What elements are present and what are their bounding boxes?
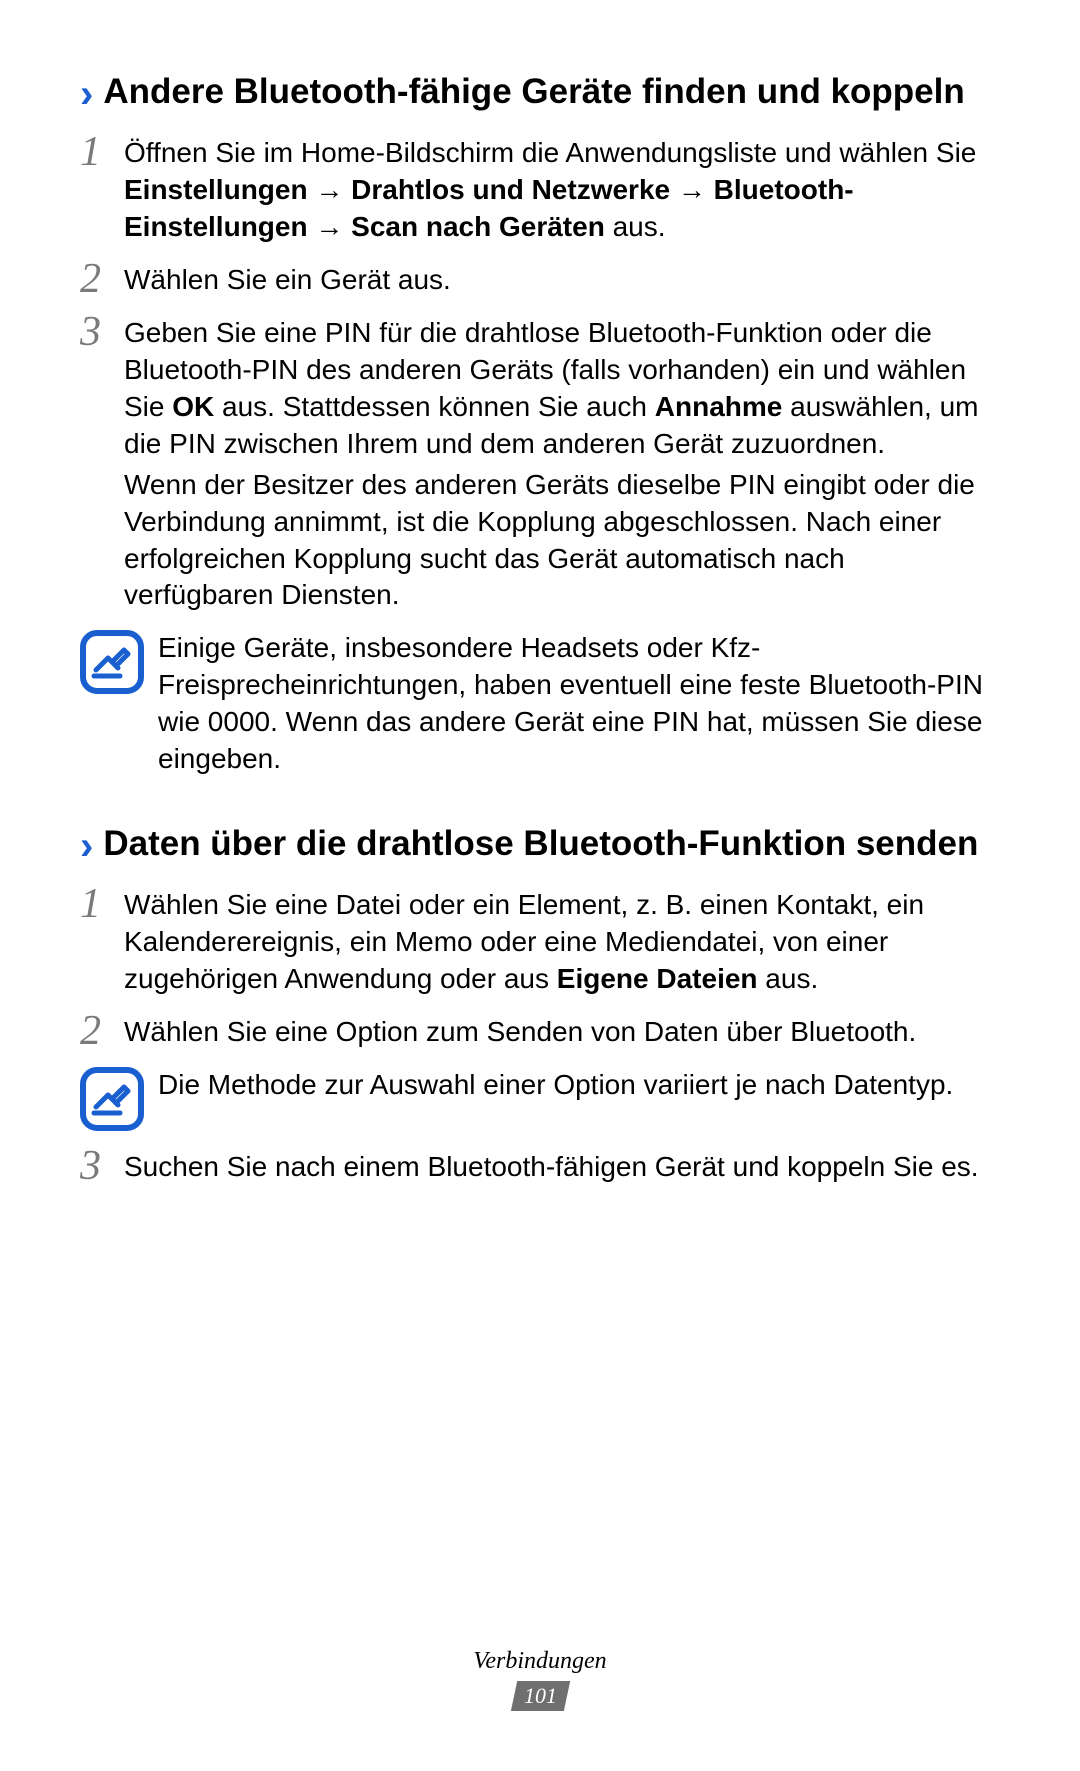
bold-text: OK bbox=[172, 391, 214, 422]
step-body: Wählen Sie eine Option zum Senden von Da… bbox=[124, 1014, 1000, 1055]
text: Wählen Sie ein Gerät aus. bbox=[124, 262, 1000, 299]
step-body: Wählen Sie ein Gerät aus. bbox=[124, 262, 1000, 303]
step-2-3: 3 Suchen Sie nach einem Bluetooth-fähige… bbox=[80, 1149, 1000, 1190]
step-1-2: 2 Wählen Sie ein Gerät aus. bbox=[80, 262, 1000, 303]
note-box-2: Die Methode zur Auswahl einer Option var… bbox=[80, 1067, 1000, 1131]
bold-text: Annahme bbox=[655, 391, 783, 422]
note-text: Die Methode zur Auswahl einer Option var… bbox=[158, 1067, 1000, 1104]
text: Öffnen Sie im Home-Bildschirm die Anwend… bbox=[124, 137, 976, 168]
text: Wählen Sie eine Option zum Senden von Da… bbox=[124, 1014, 1000, 1051]
step-1-1: 1 Öffnen Sie im Home-Bildschirm die Anwe… bbox=[80, 135, 1000, 250]
bold-text: Eigene Dateien bbox=[557, 963, 758, 994]
page-number: 101 bbox=[510, 1681, 569, 1711]
step-2-2: 2 Wählen Sie eine Option zum Senden von … bbox=[80, 1014, 1000, 1055]
bold-text: Einstellungen bbox=[124, 174, 308, 205]
page-footer: Verbindungen 101 bbox=[0, 1648, 1080, 1711]
manual-page: › Andere Bluetooth-fähige Geräte finden … bbox=[0, 0, 1080, 1190]
step-body: Suchen Sie nach einem Bluetooth-fähigen … bbox=[124, 1149, 1000, 1190]
step-2-1: 1 Wählen Sie eine Datei oder ein Element… bbox=[80, 887, 1000, 1002]
bold-text: Scan nach Geräten bbox=[351, 211, 605, 242]
step-1-3: 3 Geben Sie eine PIN für die drahtlose B… bbox=[80, 315, 1000, 619]
step-number: 1 bbox=[80, 131, 124, 173]
section-heading-2: › Daten über die drahtlose Bluetooth-Fun… bbox=[80, 822, 1000, 869]
footer-section-label: Verbindungen bbox=[0, 1648, 1080, 1675]
text: Wenn der Besitzer des anderen Geräts die… bbox=[124, 467, 1000, 615]
chevron-icon: › bbox=[80, 72, 93, 117]
step-number: 3 bbox=[80, 311, 124, 353]
note-text: Einige Geräte, insbesondere Headsets ode… bbox=[158, 630, 1000, 778]
step-number: 2 bbox=[80, 258, 124, 300]
arrow: → bbox=[308, 211, 352, 242]
step-number: 1 bbox=[80, 883, 124, 925]
text: aus. bbox=[605, 211, 666, 242]
chevron-icon: › bbox=[80, 824, 93, 869]
text: aus. bbox=[758, 963, 819, 994]
note-box-1: Einige Geräte, insbesondere Headsets ode… bbox=[80, 630, 1000, 778]
heading-text-2: Daten über die drahtlose Bluetooth-Funkt… bbox=[103, 822, 978, 866]
note-icon bbox=[80, 630, 144, 694]
text: aus. Stattdessen können Sie auch bbox=[214, 391, 655, 422]
step-body: Öffnen Sie im Home-Bildschirm die Anwend… bbox=[124, 135, 1000, 250]
heading-text-1: Andere Bluetooth-fähige Geräte finden un… bbox=[103, 70, 964, 114]
arrow: → bbox=[670, 174, 714, 205]
note-icon bbox=[80, 1067, 144, 1131]
text: Suchen Sie nach einem Bluetooth-fähigen … bbox=[124, 1149, 1000, 1186]
arrow: → bbox=[308, 174, 352, 205]
bold-text: Drahtlos und Netzwerke bbox=[351, 174, 670, 205]
step-number: 3 bbox=[80, 1145, 124, 1187]
section-heading-1: › Andere Bluetooth-fähige Geräte finden … bbox=[80, 70, 1000, 117]
step-number: 2 bbox=[80, 1010, 124, 1052]
step-body: Geben Sie eine PIN für die drahtlose Blu… bbox=[124, 315, 1000, 619]
step-body: Wählen Sie eine Datei oder ein Element, … bbox=[124, 887, 1000, 1002]
